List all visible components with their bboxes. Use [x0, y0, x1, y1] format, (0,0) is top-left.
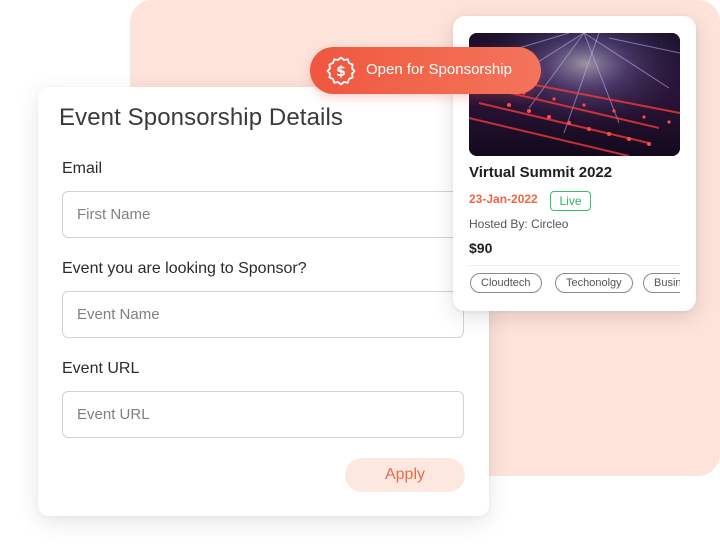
event-title: Virtual Summit 2022: [469, 164, 613, 181]
event-tags: Cloudtech Techonolgy Business: [469, 273, 680, 295]
tag-technology[interactable]: Techonolgy: [555, 273, 633, 293]
event-name-label: Event you are looking to Sponsor?: [62, 260, 307, 277]
sponsorship-label: Open for Sponsorship: [366, 61, 512, 78]
svg-text:$: $: [336, 64, 346, 80]
apply-button[interactable]: Apply: [345, 458, 465, 492]
sponsorship-form-card: Event Sponsorship Details Email Event yo…: [38, 87, 489, 516]
dollar-badge-icon: $: [326, 56, 356, 86]
tag-business[interactable]: Business: [643, 273, 680, 293]
tag-cloudtech[interactable]: Cloudtech: [470, 273, 542, 293]
live-status-badge: Live: [550, 191, 591, 211]
event-price: $90: [469, 240, 493, 256]
event-name-field[interactable]: [62, 291, 464, 338]
open-for-sponsorship-badge[interactable]: $ Open for Sponsorship: [310, 47, 541, 94]
hosted-by-text: Hosted By: Circleo: [469, 217, 569, 231]
event-date: 23-Jan-2022: [469, 192, 538, 206]
email-label: Email: [62, 160, 103, 177]
event-url-label: Event URL: [62, 360, 140, 377]
event-url-field[interactable]: [62, 391, 464, 438]
form-title: Event Sponsorship Details: [59, 104, 343, 131]
email-field[interactable]: [62, 191, 464, 238]
card-divider: [469, 265, 680, 266]
page-canvas: Event Sponsorship Details Email Event yo…: [0, 0, 720, 550]
